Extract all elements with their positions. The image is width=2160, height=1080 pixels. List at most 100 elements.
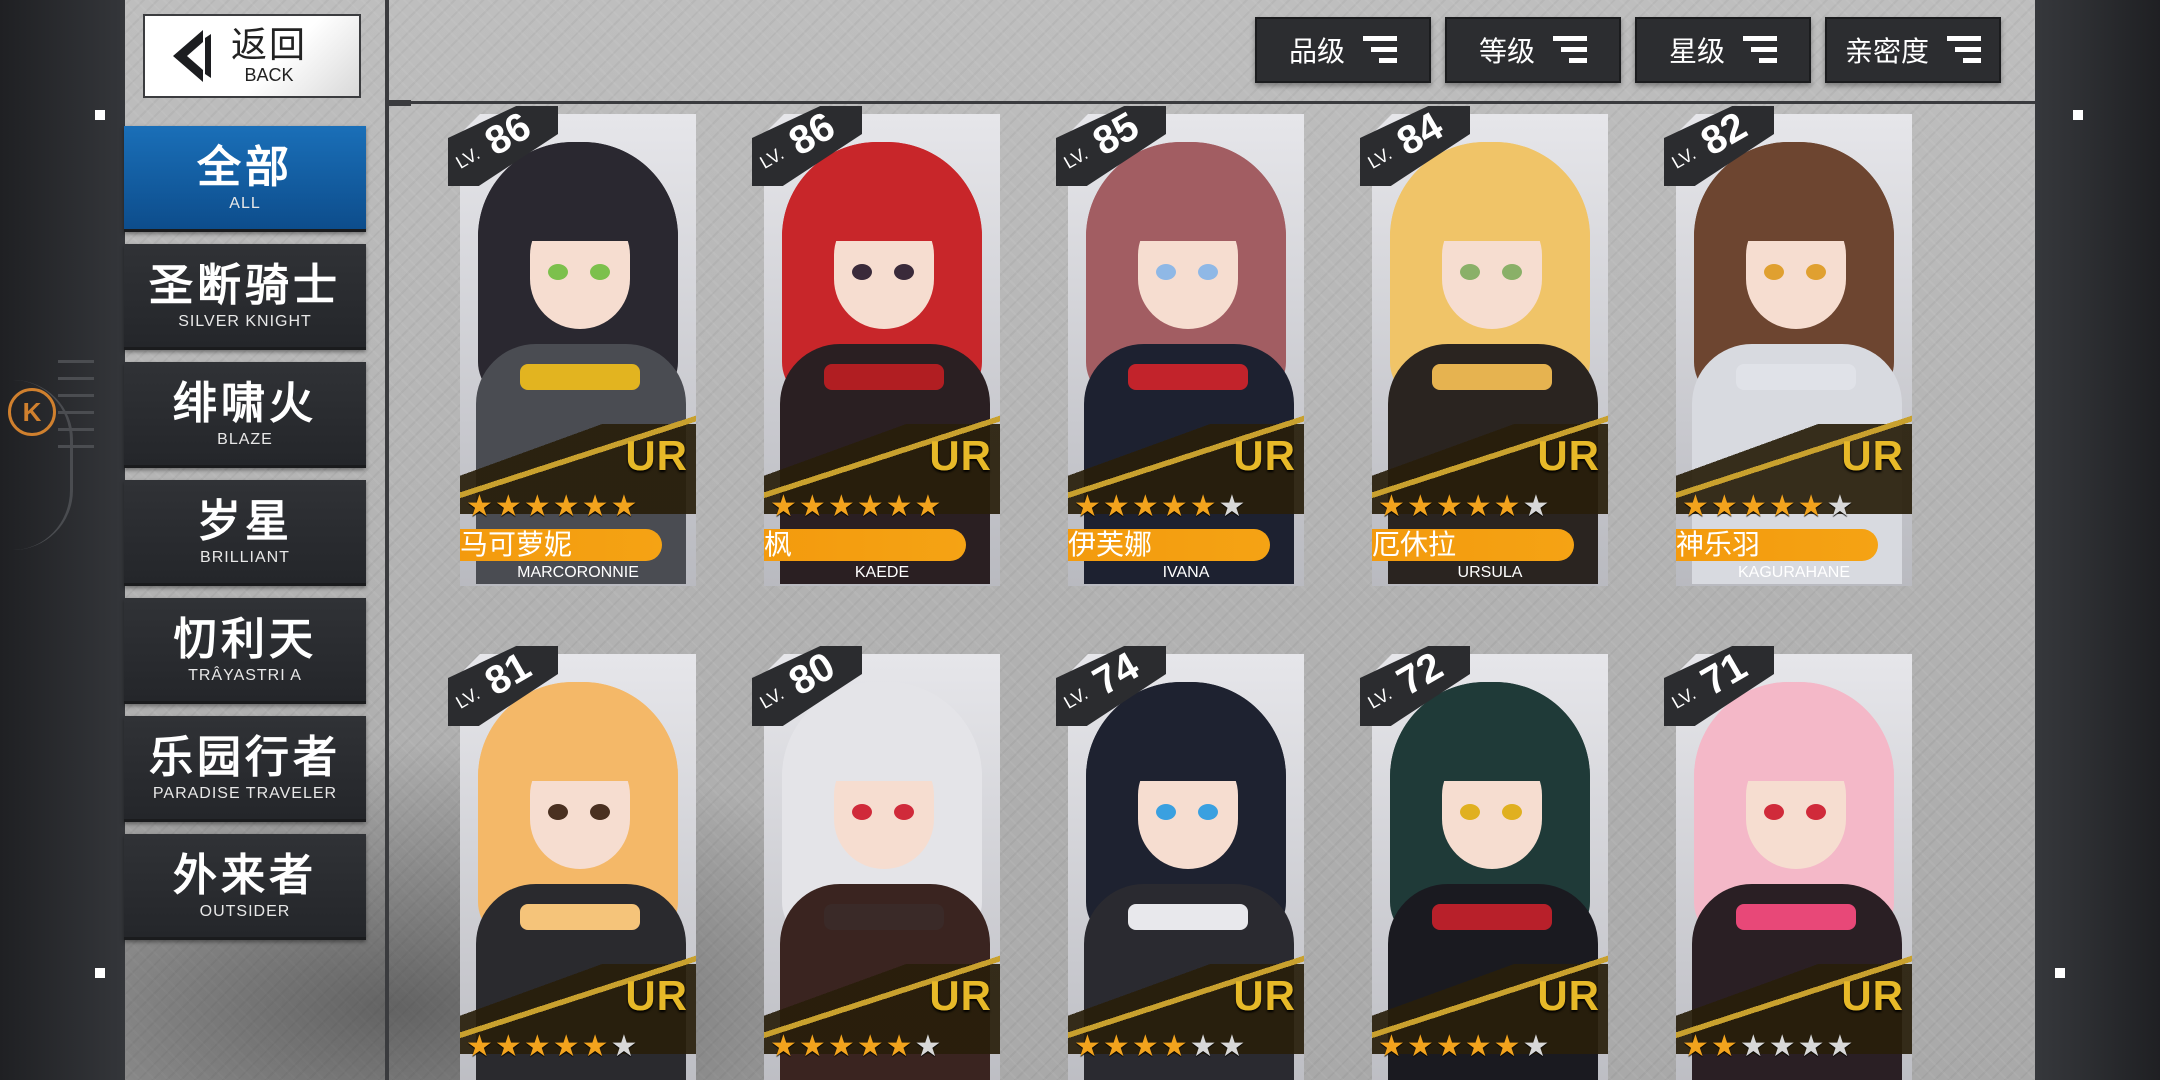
- sort-button-label: 品级: [1288, 35, 1345, 68]
- character-card[interactable]: UR ★ ★ ★ ★ ★ ★ 神乐羽 KAGURAHANE LV. 82: [1664, 104, 1912, 592]
- star-icon: ★: [1189, 1029, 1217, 1064]
- star-icon: ★: [552, 489, 580, 524]
- sort-button-1[interactable]: 等级: [1445, 17, 1621, 83]
- side-lines-decoration: [58, 360, 94, 480]
- star-icon: ★: [1378, 1029, 1405, 1064]
- filter-tab-label-en: OUTSIDER: [199, 902, 291, 920]
- star-icon: ★: [827, 489, 855, 524]
- sort-button-label: 亲密度: [1844, 35, 1929, 68]
- star-icon: ★: [523, 489, 551, 524]
- star-icon: ★: [494, 489, 522, 524]
- sort-button-2[interactable]: 星级: [1635, 17, 1811, 83]
- star-rating: ★ ★ ★ ★ ★ ★: [1682, 1032, 1853, 1062]
- character-name-cn: 厄休拉: [1372, 529, 1574, 561]
- star-icon: ★: [1682, 1029, 1709, 1064]
- level-tag: LV. 84: [1360, 104, 1470, 186]
- star-icon: ★: [1406, 1029, 1434, 1064]
- filter-tab-silver-knight[interactable]: 圣断骑士 SILVER KNIGHT: [124, 244, 366, 350]
- star-icon: ★: [914, 1029, 942, 1064]
- top-divider-accent: [385, 100, 411, 106]
- character-name-en: KAEDE: [854, 564, 910, 581]
- star-icon: ★: [1797, 489, 1825, 524]
- filter-tab-label-cn: 忉利天: [173, 613, 317, 665]
- level-tag: LV. 86: [448, 104, 558, 186]
- star-rating: ★ ★ ★ ★ ★ ★: [1074, 492, 1245, 522]
- back-button[interactable]: 返回 BACK: [143, 14, 361, 98]
- star-icon: ★: [1378, 489, 1405, 524]
- star-icon: ★: [1435, 489, 1463, 524]
- sort-icon: [1363, 36, 1397, 64]
- sort-icon: [1743, 36, 1777, 64]
- rarity-label: UR: [1537, 972, 1600, 1019]
- character-card[interactable]: UR ★ ★ ★ ★ ★ ★ LV. 81: [448, 644, 696, 1080]
- star-rating: ★ ★ ★ ★ ★ ★: [466, 1032, 637, 1062]
- left-frame: [0, 0, 125, 1080]
- star-icon: ★: [1074, 489, 1101, 524]
- level-tag: LV. 82: [1664, 104, 1774, 186]
- level-tag: LV. 85: [1056, 104, 1166, 186]
- sort-button-0[interactable]: 品级: [1255, 17, 1431, 83]
- sort-icon: [1947, 36, 1981, 64]
- filter-tab-all[interactable]: 全部 ALL: [124, 126, 366, 232]
- sort-button-3[interactable]: 亲密度: [1825, 17, 2001, 83]
- character-card[interactable]: UR ★ ★ ★ ★ ★ ★ 厄休拉 URSULA LV. 84: [1360, 104, 1608, 592]
- sort-button-label: 星级: [1668, 35, 1725, 68]
- filter-tab-label-en: SILVER KNIGHT: [178, 312, 312, 330]
- rarity-label: UR: [1233, 432, 1296, 479]
- back-arrow-icon: [163, 26, 221, 86]
- star-icon: ★: [1826, 489, 1854, 524]
- sort-toolbar: 品级 等级 星级 亲密度: [1255, 17, 2001, 83]
- star-icon: ★: [798, 1029, 826, 1064]
- filter-tab-paradise-traveler[interactable]: 乐园行者 PARADISE TRAVELER: [124, 716, 366, 822]
- star-rating: ★ ★ ★ ★ ★ ★: [770, 492, 941, 522]
- level-tag: LV. 71: [1664, 644, 1774, 726]
- character-name-cn: 马可萝妮: [460, 529, 662, 561]
- filter-tab-label-cn: 全部: [197, 141, 293, 193]
- star-rating: ★ ★ ★ ★ ★ ★: [770, 1032, 941, 1062]
- character-card[interactable]: UR ★ ★ ★ ★ ★ ★ 枫 KAEDE LV. 86: [752, 104, 1000, 592]
- star-icon: ★: [856, 489, 884, 524]
- level-tag: LV. 80: [752, 644, 862, 726]
- rarity-label: UR: [1841, 972, 1904, 1019]
- rarity-label: UR: [625, 432, 688, 479]
- character-card[interactable]: UR ★ ★ ★ ★ ★ ★ LV. 71: [1664, 644, 1912, 1080]
- star-icon: ★: [914, 489, 942, 524]
- star-icon: ★: [1074, 1029, 1101, 1064]
- filter-tab-outsider[interactable]: 外来者 OUTSIDER: [124, 834, 366, 940]
- character-card[interactable]: UR ★ ★ ★ ★ ★ ★ LV. 72: [1360, 644, 1608, 1080]
- character-name-cn: 伊芙娜: [1068, 529, 1270, 561]
- star-icon: ★: [581, 1029, 609, 1064]
- star-icon: ★: [770, 489, 797, 524]
- star-icon: ★: [1522, 1029, 1550, 1064]
- filter-tab-label-cn: 绯啸火: [173, 377, 317, 429]
- star-icon: ★: [856, 1029, 884, 1064]
- sort-icon: [1553, 36, 1587, 64]
- character-card[interactable]: UR ★ ★ ★ ★ ★ ★ 马可萝妮 MARCORONNIE LV. 86: [448, 104, 696, 592]
- character-card[interactable]: UR ★ ★ ★ ★ ★ ★ LV. 80: [752, 644, 1000, 1080]
- star-icon: ★: [1160, 489, 1188, 524]
- filter-tab-tr-yastri-a[interactable]: 忉利天 TRÂYASTRI A: [124, 598, 366, 704]
- character-card[interactable]: UR ★ ★ ★ ★ ★ ★ 伊芙娜 IVANA LV. 85: [1056, 104, 1304, 592]
- star-icon: ★: [466, 1029, 493, 1064]
- star-icon: ★: [1131, 489, 1159, 524]
- star-icon: ★: [885, 1029, 913, 1064]
- rarity-label: UR: [625, 972, 688, 1019]
- star-rating: ★ ★ ★ ★ ★ ★: [466, 492, 637, 522]
- character-name-en: KAGURAHANE: [1737, 564, 1851, 581]
- corner-marker: [95, 110, 105, 120]
- back-label-cn: 返回: [231, 25, 308, 66]
- star-icon: ★: [1131, 1029, 1159, 1064]
- filter-tab-label-en: ALL: [229, 194, 261, 212]
- star-icon: ★: [1710, 489, 1738, 524]
- filter-tab-blaze[interactable]: 绯啸火 BLAZE: [124, 362, 366, 468]
- character-name-cn: 枫: [764, 529, 966, 561]
- star-icon: ★: [1493, 489, 1521, 524]
- star-icon: ★: [827, 1029, 855, 1064]
- character-name-en: MARCORONNIE: [517, 564, 639, 581]
- filter-tab-brilliant[interactable]: 岁星 BRILLIANT: [124, 480, 366, 586]
- star-icon: ★: [494, 1029, 522, 1064]
- filter-tab-label-en: BRILLIANT: [200, 548, 290, 566]
- rarity-label: UR: [1233, 972, 1296, 1019]
- right-frame: [2035, 0, 2160, 1080]
- character-card[interactable]: UR ★ ★ ★ ★ ★ ★ LV. 74: [1056, 644, 1304, 1080]
